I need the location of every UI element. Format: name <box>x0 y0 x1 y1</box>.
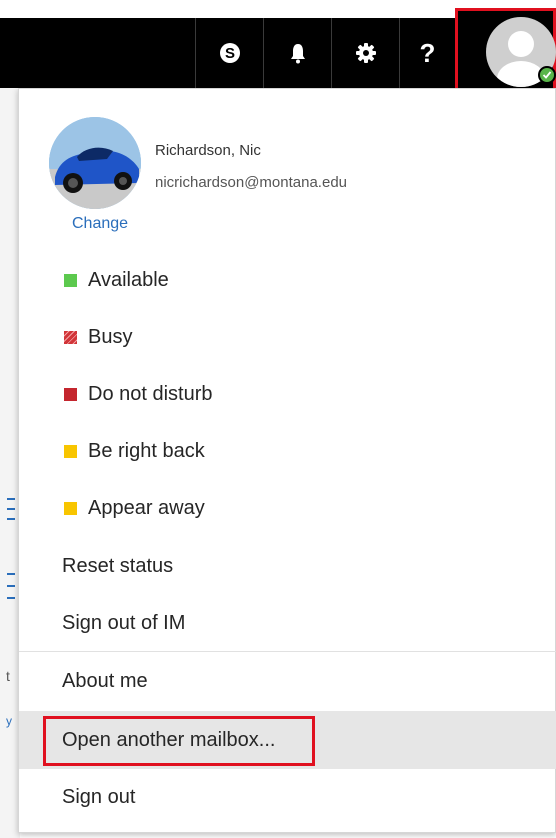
menu-item-label: Sign out <box>62 785 136 808</box>
user-name: Richardson, Nic <box>155 142 261 159</box>
menu-item-label: Available <box>88 268 169 291</box>
status-appear-away[interactable]: Appear away <box>19 480 556 536</box>
bg-glyph: y <box>6 714 12 728</box>
about-me-item[interactable]: About me <box>19 653 556 709</box>
menu-item-label: Reset status <box>62 554 174 577</box>
reset-status-item[interactable]: Reset status <box>19 538 556 594</box>
annotation-highlight-box <box>43 716 315 766</box>
bell-icon <box>289 42 307 64</box>
presence-available-icon <box>538 66 556 84</box>
gear-icon <box>355 42 377 64</box>
bg-glyph: t <box>6 668 10 684</box>
menu-divider <box>19 651 556 652</box>
menu-item-label: Do not disturb <box>88 382 213 405</box>
user-email: nicrichardson@montana.edu <box>155 174 348 191</box>
change-photo-link[interactable]: Change <box>72 215 128 233</box>
menu-item-label: Appear away <box>88 496 205 519</box>
sign-out-item[interactable]: Sign out <box>19 769 556 825</box>
settings-button[interactable] <box>331 18 399 88</box>
help-button[interactable]: ? <box>399 18 455 88</box>
menu-item-label: Sign out of IM <box>62 611 186 634</box>
bg-mark <box>7 518 15 520</box>
profile-photo[interactable] <box>49 117 141 209</box>
menu-item-label: Busy <box>88 325 133 348</box>
svg-text:S: S <box>224 45 234 62</box>
away-swatch-icon <box>64 501 77 515</box>
status-be-right-back[interactable]: Be right back <box>19 423 556 479</box>
bg-mark <box>7 585 15 587</box>
busy-swatch-icon <box>64 330 77 344</box>
bg-mark <box>7 597 15 599</box>
bg-mark <box>7 498 15 500</box>
account-dropdown: Change Richardson, Nic nicrichardson@mon… <box>18 88 556 833</box>
status-do-not-disturb[interactable]: Do not disturb <box>19 366 556 422</box>
dnd-swatch-icon <box>64 387 77 401</box>
sign-out-im-item[interactable]: Sign out of IM <box>19 595 556 651</box>
brb-swatch-icon <box>64 444 77 458</box>
skype-icon: S <box>219 42 241 64</box>
bg-mark <box>7 573 15 575</box>
status-busy[interactable]: Busy <box>19 309 556 365</box>
notifications-button[interactable] <box>263 18 331 88</box>
available-swatch-icon <box>64 273 77 287</box>
status-available[interactable]: Available <box>19 252 556 308</box>
menu-item-label: Be right back <box>88 439 205 462</box>
account-avatar-button[interactable] <box>455 8 556 94</box>
help-icon: ? <box>419 37 436 68</box>
bg-mark <box>7 508 15 510</box>
menu-item-label: About me <box>62 669 148 692</box>
skype-button[interactable]: S <box>195 18 263 88</box>
background-page-edge: t y <box>0 88 20 838</box>
